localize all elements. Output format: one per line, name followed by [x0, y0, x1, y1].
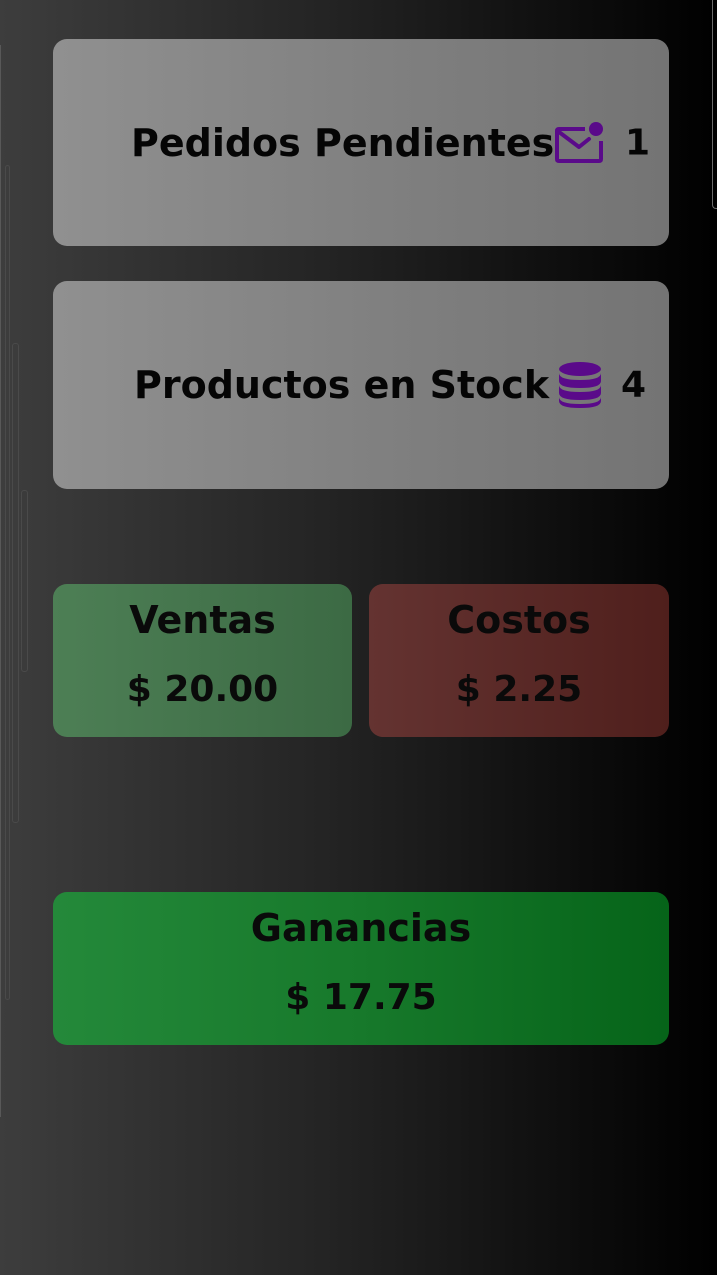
drawer-edge-frame — [5, 165, 10, 1000]
drawer-edge-line — [0, 45, 1, 1117]
products-in-stock-label: Productos en Stock — [134, 363, 550, 407]
costs-amount: $ 2.25 — [455, 669, 583, 710]
pending-orders-label: Pedidos Pendientes — [131, 120, 555, 165]
profit-amount: $ 17.75 — [285, 977, 437, 1018]
sales-title: Ventas — [129, 598, 276, 642]
sales-card[interactable]: Ventas $ 20.00 — [53, 584, 352, 737]
pending-orders-count: 1 — [625, 122, 651, 163]
pending-orders-card[interactable]: Pedidos Pendientes 1 — [53, 39, 669, 246]
drawer-edge-frame — [12, 343, 19, 823]
scroll-indicator — [712, 0, 717, 209]
drawer-edge-frame — [21, 490, 28, 672]
profit-title: Ganancias — [250, 906, 472, 950]
profit-card[interactable]: Ganancias $ 17.75 — [53, 892, 669, 1045]
sales-amount: $ 20.00 — [126, 669, 279, 710]
products-in-stock-count: 4 — [621, 364, 647, 406]
database-icon — [555, 360, 605, 410]
products-in-stock-card[interactable]: Productos en Stock 4 — [53, 281, 669, 489]
mail-notification-icon — [555, 118, 605, 168]
costs-title: Costos — [447, 598, 591, 642]
costs-card[interactable]: Costos $ 2.25 — [369, 584, 669, 737]
